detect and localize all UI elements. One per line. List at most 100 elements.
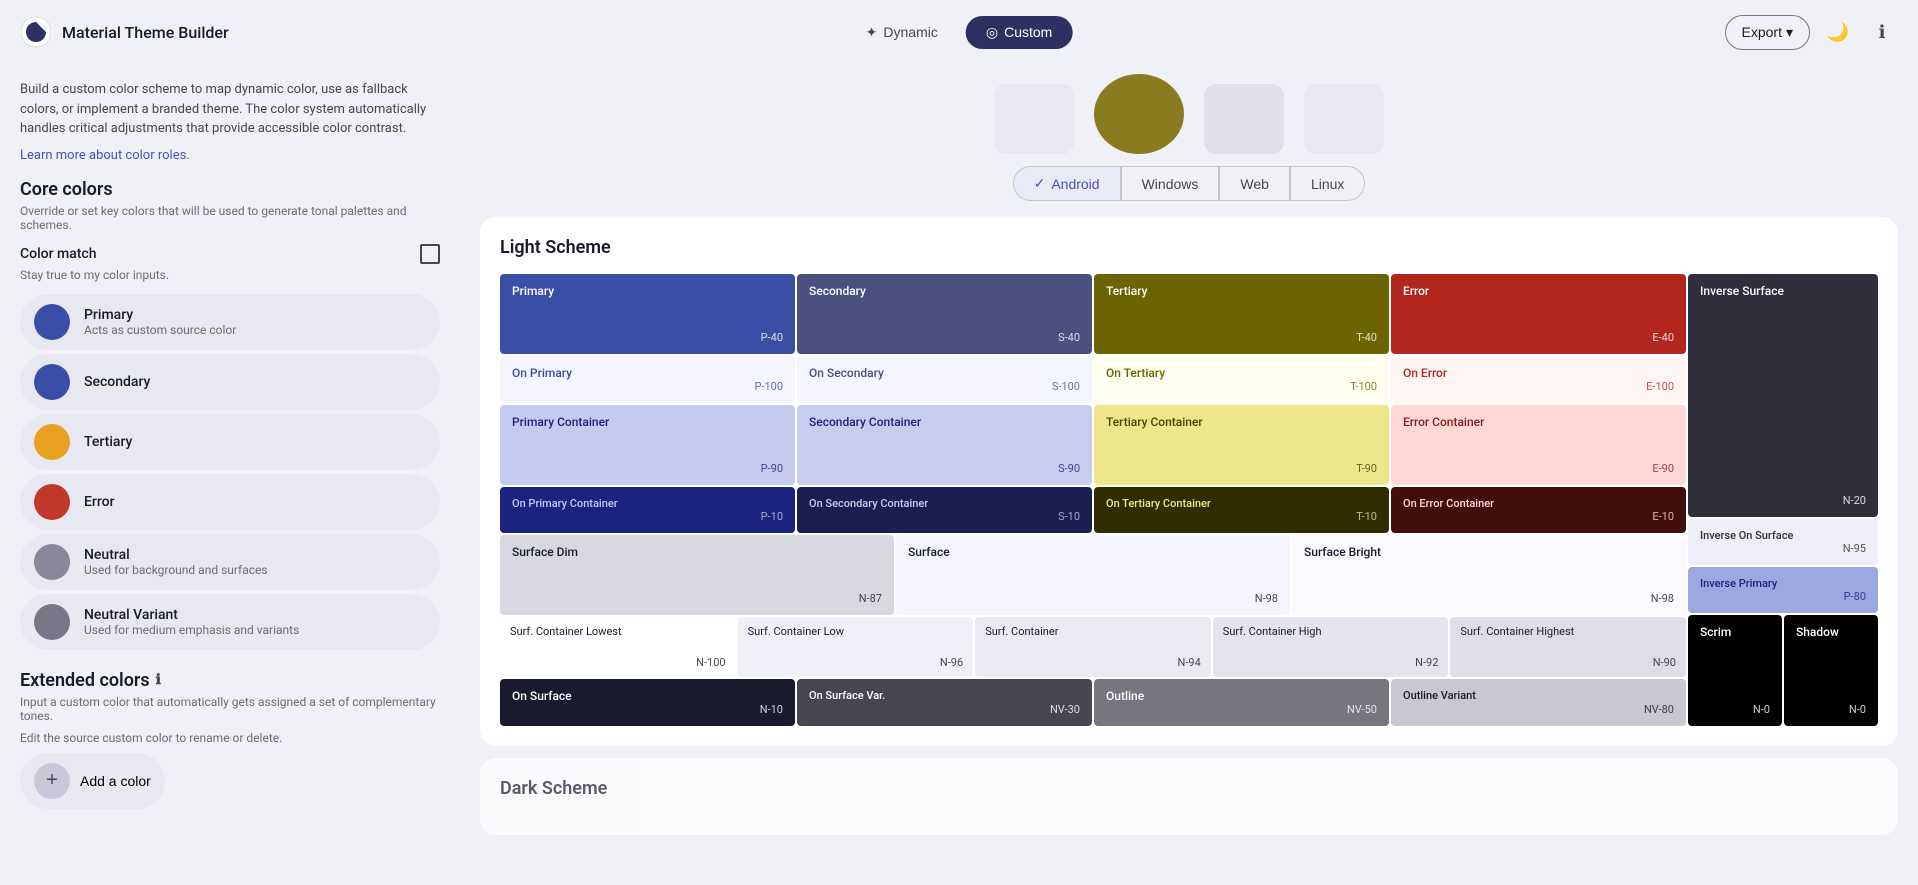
learn-more-link[interactable]: Learn more about color roles. (20, 148, 190, 163)
cell-surface[interactable]: Surface N-98 (896, 535, 1290, 615)
color-sublabel-neutral: Used for background and surfaces (84, 563, 268, 577)
cell-secondary[interactable]: Secondary S-40 (797, 274, 1092, 354)
cell-on-secondary[interactable]: On Secondary S-100 (797, 356, 1092, 403)
cell-surf-container-high[interactable]: Surf. Container High N-92 (1213, 617, 1449, 677)
color-label-secondary: Secondary (84, 374, 150, 390)
tab-linux[interactable]: Linux (1290, 166, 1365, 201)
color-label-neutral-variant: Neutral Variant (84, 607, 299, 623)
cell-on-tertiary[interactable]: On Tertiary T-100 (1094, 356, 1389, 403)
color-circle-secondary (34, 364, 70, 400)
cell-primary-container[interactable]: Primary Container P-90 (500, 405, 795, 485)
chevron-down-icon: ▾ (1786, 24, 1793, 41)
info-button[interactable]: ℹ (1866, 16, 1898, 48)
app-title: Material Theme Builder (62, 23, 229, 42)
cell-tertiary[interactable]: Tertiary T-40 (1094, 274, 1389, 354)
core-colors-title: Core colors (20, 179, 440, 200)
theme-toggle-button[interactable]: 🌙 (1822, 16, 1854, 48)
cell-error[interactable]: Error E-40 (1391, 274, 1686, 354)
preview-row (480, 64, 1898, 154)
preview-thumb-3 (1204, 84, 1284, 154)
add-color-button[interactable]: + Add a color (20, 753, 165, 809)
extended-subtitle-1: Input a custom color that automatically … (20, 695, 440, 723)
dynamic-icon: ✦ (866, 24, 878, 41)
preview-thumb-1 (994, 84, 1074, 154)
color-item-secondary[interactable]: Secondary (20, 354, 440, 410)
cell-on-surface-var[interactable]: On Surface Var. NV-30 (797, 679, 1092, 726)
cell-surf-container-highest[interactable]: Surf. Container Highest N-90 (1450, 617, 1686, 677)
color-match-checkbox[interactable] (420, 244, 440, 264)
preview-thumb-4 (1304, 84, 1384, 154)
cell-surface-dim[interactable]: Surface Dim N-87 (500, 535, 894, 615)
cell-on-surface[interactable]: On Surface N-10 (500, 679, 795, 726)
tab-windows[interactable]: Windows (1121, 166, 1220, 201)
content-area: ✓ Android Windows Web Linux Light Scheme (460, 64, 1918, 885)
color-label-error: Error (84, 494, 115, 510)
color-circle-tertiary (34, 424, 70, 460)
tab-custom[interactable]: ◎ Custom (966, 16, 1072, 49)
cell-secondary-container[interactable]: Secondary Container S-90 (797, 405, 1092, 485)
color-label-neutral: Neutral (84, 547, 268, 563)
cell-tertiary-container[interactable]: Tertiary Container T-90 (1094, 405, 1389, 485)
cell-on-error[interactable]: On Error E-100 (1391, 356, 1686, 403)
platform-tabs: ✓ Android Windows Web Linux (480, 166, 1898, 201)
cell-on-error-container[interactable]: On Error Container E-10 (1391, 487, 1686, 533)
header: Material Theme Builder ✦ Dynamic ◎ Custo… (0, 0, 1918, 64)
cell-outline[interactable]: Outline NV-50 (1094, 679, 1389, 726)
cell-on-primary-container[interactable]: On Primary Container P-10 (500, 487, 795, 533)
sidebar-description: Build a custom color scheme to map dynam… (20, 80, 440, 139)
color-circle-error (34, 484, 70, 520)
color-match-row: Color match (20, 244, 440, 264)
light-scheme: Light Scheme Primary P-40 Secondary S-40 (480, 217, 1898, 746)
color-label-tertiary: Tertiary (84, 434, 132, 450)
cell-inverse-surface[interactable]: Inverse Surface N-20 (1688, 274, 1878, 517)
cell-inverse-primary[interactable]: Inverse Primary P-80 (1688, 567, 1878, 613)
tab-android[interactable]: ✓ Android (1013, 166, 1121, 201)
extended-subtitle-2: Edit the source custom color to rename o… (20, 731, 440, 745)
cell-outline-variant[interactable]: Outline Variant NV-80 (1391, 679, 1686, 726)
color-sublabel-neutral-variant: Used for medium emphasis and variants (84, 623, 299, 637)
color-circle-neutral (34, 544, 70, 580)
tab-web[interactable]: Web (1219, 166, 1290, 201)
cell-shadow[interactable]: Shadow N-0 (1784, 615, 1878, 726)
color-list: Primary Acts as custom source color Seco… (20, 294, 440, 650)
cell-inverse-on-surface[interactable]: Inverse On Surface N-95 (1688, 519, 1878, 565)
dark-scheme-title: Dark Scheme (500, 778, 1878, 799)
check-icon: ✓ (1034, 175, 1046, 192)
custom-icon: ◎ (986, 24, 998, 41)
extended-colors-title: Extended colors ℹ (20, 670, 440, 691)
color-item-neutral[interactable]: Neutral Used for background and surfaces (20, 534, 440, 590)
cell-scrim[interactable]: Scrim N-0 (1688, 615, 1782, 726)
color-match-title: Color match (20, 246, 97, 262)
color-match-subtitle: Stay true to my color inputs. (20, 268, 440, 282)
color-circle-primary (34, 304, 70, 340)
color-sublabel-primary: Acts as custom source color (84, 323, 236, 337)
material-logo-icon (20, 16, 52, 48)
header-tabs: ✦ Dynamic ◎ Custom (846, 16, 1073, 49)
cell-surf-container-low[interactable]: Surf. Container Low N-96 (738, 617, 974, 677)
export-button[interactable]: Export ▾ (1725, 15, 1811, 50)
color-item-primary[interactable]: Primary Acts as custom source color (20, 294, 440, 350)
color-item-tertiary[interactable]: Tertiary (20, 414, 440, 470)
cell-error-container[interactable]: Error Container E-90 (1391, 405, 1686, 485)
cell-surf-container-lowest[interactable]: Surf. Container Lowest N-100 (500, 617, 736, 677)
cell-surf-container[interactable]: Surf. Container N-94 (975, 617, 1211, 677)
light-scheme-title: Light Scheme (500, 237, 1878, 258)
header-logo: Material Theme Builder (20, 16, 229, 48)
core-colors-subtitle: Override or set key colors that will be … (20, 204, 440, 232)
color-label-primary: Primary (84, 307, 236, 323)
cell-on-tertiary-container[interactable]: On Tertiary Container T-10 (1094, 487, 1389, 533)
extended-info-icon: ℹ (156, 672, 161, 688)
color-circle-neutral-variant (34, 604, 70, 640)
dark-scheme: Dark Scheme (480, 758, 1898, 835)
color-item-error[interactable]: Error (20, 474, 440, 530)
cell-surface-bright[interactable]: Surface Bright N-98 (1292, 535, 1686, 615)
add-icon: + (34, 763, 70, 799)
tab-dynamic[interactable]: ✦ Dynamic (846, 16, 958, 49)
main-layout: Build a custom color scheme to map dynam… (0, 64, 1918, 885)
cell-on-primary[interactable]: On Primary P-100 (500, 356, 795, 403)
sidebar: Build a custom color scheme to map dynam… (0, 64, 460, 885)
cell-on-secondary-container[interactable]: On Secondary Container S-10 (797, 487, 1092, 533)
color-item-neutral-variant[interactable]: Neutral Variant Used for medium emphasis… (20, 594, 440, 650)
preview-thumb-2 (1094, 74, 1184, 154)
cell-primary[interactable]: Primary P-40 (500, 274, 795, 354)
